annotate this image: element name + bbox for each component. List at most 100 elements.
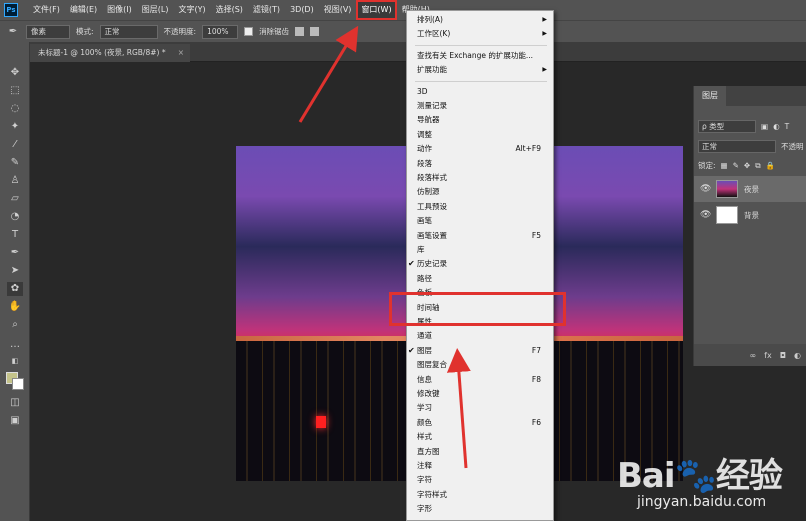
window-menu-item[interactable]: 工作区(K) ▶ [407,27,553,41]
menu-layer[interactable]: 图层(L) [137,0,174,20]
layer-blend-mode-select[interactable]: 正常 [698,140,776,153]
menu-item-label: 字形 [417,504,432,514]
lock-pixels-icon[interactable]: ▦ [721,161,728,170]
window-menu-item[interactable]: 扩展功能 ▶ [407,63,553,77]
window-menu-item[interactable]: 学习 [407,401,553,415]
pen-tool-icon[interactable]: ✒ [7,246,23,260]
brush-tool-icon[interactable]: ✎ [7,156,23,170]
document-tab[interactable]: 未标题-1 @ 100% (夜景, RGB/8#) * × [30,44,190,62]
add-mask-icon[interactable]: ◘ [780,351,786,360]
window-menu-item[interactable]: 段落样式 [407,171,553,185]
menu-item-label: 直方图 [417,446,440,456]
menu-item-label: 图层复合 [417,360,447,370]
menu-item-label: 注释 [417,461,432,470]
menu-file[interactable]: 文件(F) [28,0,65,20]
menu-edit[interactable]: 编辑(E) [65,0,102,20]
menu-3d[interactable]: 3D(D) [285,0,319,20]
visibility-eye-icon[interactable]: 👁 [700,210,711,220]
more-tools-icon[interactable]: … [7,338,23,352]
zoom-tool-icon[interactable]: ⌕ [7,318,23,332]
window-menu-item[interactable]: 测量记录 [407,99,553,113]
mode-label: 模式: [76,27,94,36]
window-menu-item[interactable]: 动作 Alt+F9 [407,142,553,156]
stamp-tool-icon[interactable]: ♙ [7,174,23,188]
path-ops-icon[interactable] [295,27,305,36]
smudge-tool-icon[interactable]: ◔ [7,210,23,224]
link-layers-icon[interactable]: ∞ [749,351,756,360]
quick-mask-icon[interactable]: ◫ [7,396,23,410]
highlight-box [389,292,566,326]
window-menu-item[interactable]: 样式 [407,430,553,444]
eyedropper-tool-icon[interactable]: ⁄ [7,138,23,152]
layer-filter-row: ρ 类型 ▣ ◐ T [694,120,806,133]
window-menu-item[interactable]: 图层 ✔ F7 [407,344,553,358]
visibility-eye-icon[interactable]: 👁 [700,184,711,194]
blend-mode-select[interactable]: 正常 [99,24,158,39]
window-menu-item[interactable]: 历史记录 ✔ [407,257,553,271]
move-tool-icon[interactable]: ✥ [7,66,23,80]
close-tab-icon[interactable]: × [178,44,184,62]
layer-style-icon[interactable]: fx [764,351,772,360]
menu-item-label: 扩展功能 [417,65,447,75]
window-menu-item[interactable]: 直方图 [407,445,553,459]
window-menu-item[interactable]: 查找有关 Exchange 的扩展功能... [407,49,553,63]
menu-item-label: 路径 [417,273,432,283]
marquee-tool-icon[interactable]: ⬚ [7,84,23,98]
menu-select[interactable]: 选择(S) [211,0,248,20]
eraser-tool-icon[interactable]: ▱ [7,192,23,206]
custom-shape-tool-icon[interactable]: ✿ [7,282,23,296]
path-select-tool-icon[interactable]: ➤ [7,264,23,278]
default-colors-icon[interactable]: ◧ [7,354,23,368]
window-menu-item[interactable]: 段落 [407,157,553,171]
window-menu-item[interactable]: 修改键 [407,387,553,401]
filter-type-icon[interactable]: T [785,122,790,131]
window-menu-item[interactable]: 画笔设置 F5 [407,229,553,243]
path-align-icon[interactable] [310,27,320,36]
menu-type[interactable]: 文字(Y) [173,0,210,20]
lasso-tool-icon[interactable]: ◌ [7,102,23,116]
layers-tab[interactable]: 图层 [694,86,726,106]
filter-adjust-icon[interactable]: ◐ [773,122,780,131]
window-menu-item[interactable]: 仿制源 [407,185,553,199]
window-menu-item[interactable]: 图层复合 [407,358,553,372]
window-menu-item[interactable]: 3D [407,85,553,99]
window-menu-item[interactable]: 字符样式 [407,488,553,502]
window-menu-item[interactable]: 排列(A) ▶ [407,13,553,27]
window-menu-item[interactable]: 字符 [407,473,553,487]
window-menu-item[interactable]: 调整 [407,128,553,142]
menu-window[interactable]: 窗口(W) [356,0,397,20]
window-menu-item[interactable]: 路径 [407,272,553,286]
antialias-checkbox[interactable] [244,27,254,36]
menu-view[interactable]: 视图(V) [319,0,357,20]
adjustment-layer-icon[interactable]: ◐ [794,351,801,360]
window-menu-item[interactable]: 导航器 [407,113,553,127]
background-color-swatch[interactable] [12,378,24,390]
opacity-input[interactable]: 100% [202,24,239,39]
window-menu-item[interactable]: 信息 F8 [407,373,553,387]
checkmark-icon: ✔ [408,259,415,269]
window-menu-item[interactable]: 工具预设 [407,200,553,214]
layer-row-background[interactable]: 👁 背景 [694,202,806,228]
lock-artboard-icon[interactable]: ⧉ [755,161,760,171]
lock-position-icon[interactable]: ✥ [744,161,750,170]
menu-image[interactable]: 图像(I) [102,0,137,20]
window-menu-item[interactable]: 通道 [407,329,553,343]
lock-all-icon[interactable]: 🔒 [766,161,775,170]
window-menu-item[interactable]: 画笔 [407,214,553,228]
fill-mode-select[interactable]: 像素 [26,24,70,39]
magic-wand-tool-icon[interactable]: ✦ [7,120,23,134]
layer-row-night[interactable]: 👁 夜景 [694,176,806,202]
kind-filter-select[interactable]: ρ 类型 [698,120,756,133]
screen-mode-icon[interactable]: ▣ [7,414,23,428]
window-menu-item[interactable]: 颜色 F6 [407,416,553,430]
window-menu-item[interactable]: 库 [407,243,553,257]
window-menu-item[interactable]: 注释 [407,459,553,473]
type-tool-icon[interactable]: T [7,228,23,242]
hand-tool-icon[interactable]: ✋ [7,300,23,314]
window-menu-item[interactable]: 字形 [407,502,553,516]
menu-item-label: 字符 [417,475,432,485]
menu-filter[interactable]: 滤镜(T) [248,0,285,20]
lock-paint-icon[interactable]: ✎ [733,161,739,170]
filter-image-icon[interactable]: ▣ [761,122,768,131]
pen-tool-preset-icon[interactable]: ✒ [6,25,20,39]
